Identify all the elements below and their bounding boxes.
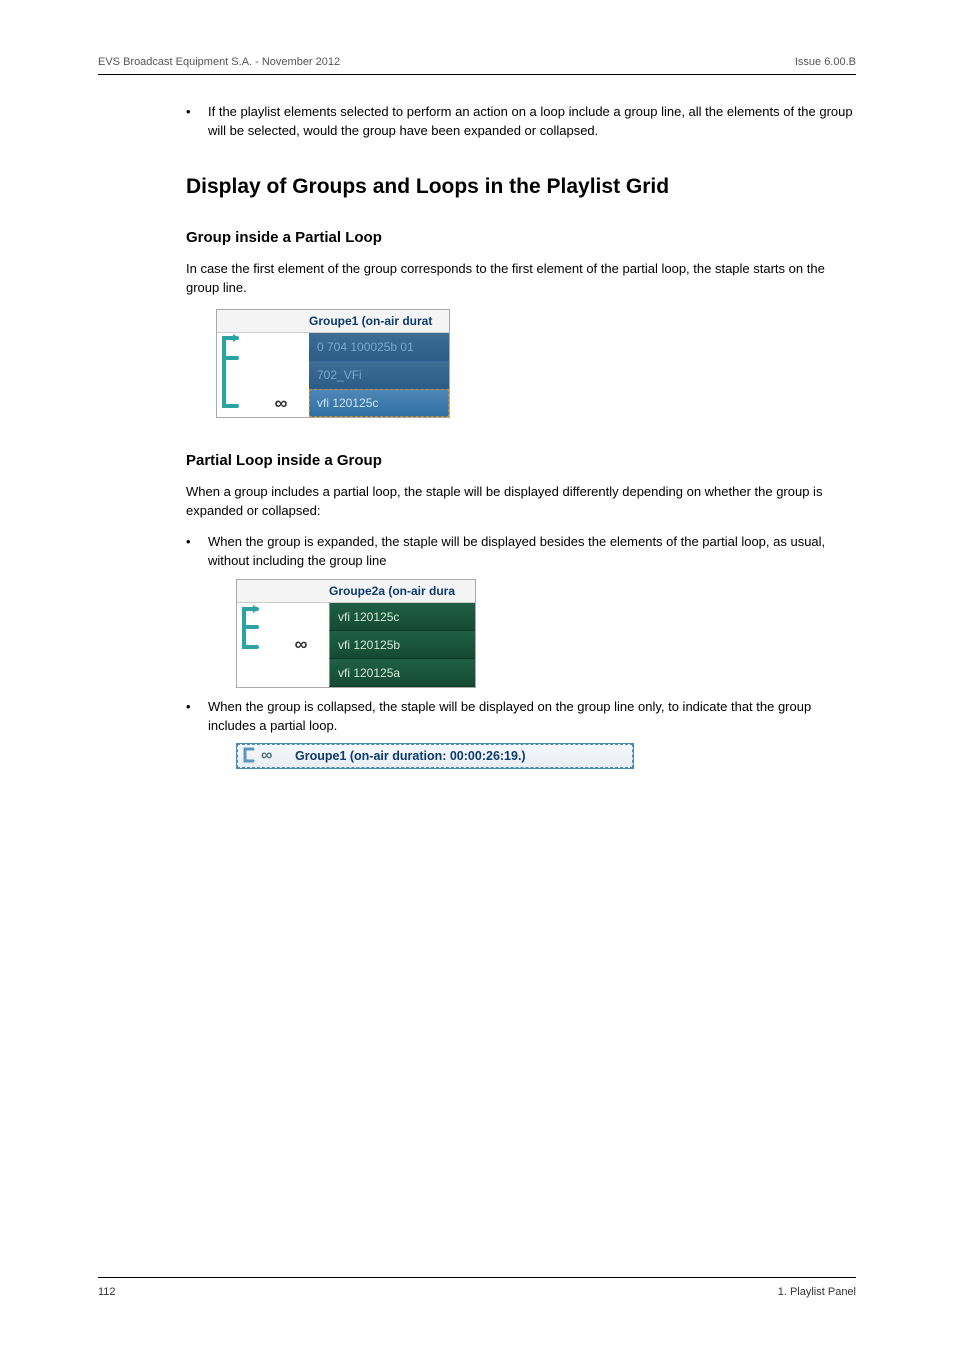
- sec2-bullet-2: • When the group is collapsed, the stapl…: [186, 698, 856, 736]
- row-label: vfi 120125a: [329, 659, 475, 687]
- playlist-row: vfi 120125a: [237, 659, 475, 687]
- heading-group-inside-partial-loop: Group inside a Partial Loop: [186, 229, 856, 246]
- infinity-icon: ∞: [295, 634, 308, 654]
- row-label: 0 704 100025b 01: [309, 333, 449, 361]
- playlist-grid-loop-in-group-expanded: Groupe2a (on-air dura vfi 120125c ∞ vfi …: [236, 579, 476, 688]
- bullet-dot-icon: •: [186, 103, 208, 141]
- bullet-dot-icon: •: [186, 533, 208, 571]
- row-label: vfi 120125c: [309, 389, 449, 417]
- loop-staple-icon: [217, 360, 253, 391]
- playlist-row: ∞ vfi 120125c: [217, 389, 449, 417]
- loop-staple-icon: [237, 745, 261, 768]
- playlist-row: vfi 120125c: [237, 603, 475, 631]
- bullet-dot-icon: •: [186, 698, 208, 736]
- loop-staple-icon: [237, 601, 273, 632]
- page-header: EVS Broadcast Equipment S.A. - November …: [98, 56, 856, 75]
- heading-display-groups-loops: Display of Groups and Loops in the Playl…: [186, 175, 856, 199]
- playlist-grid-loop-in-group-collapsed: ∞ Groupe1 (on-air duration: 00:00:26:19.…: [236, 743, 634, 769]
- playlist-grid-group-in-loop: Groupe1 (on-air durat 0 704 100025b 01 7…: [216, 309, 450, 418]
- sec2-paragraph: When a group includes a partial loop, th…: [186, 483, 856, 521]
- group-header: Groupe1 (on-air durat: [217, 310, 449, 333]
- sec1-paragraph: In case the first element of the group c…: [186, 260, 856, 298]
- row-label: 702_VFi: [309, 361, 449, 389]
- playlist-row: 0 704 100025b 01: [217, 333, 449, 361]
- page-footer: 112 1. Playlist Panel: [98, 1277, 856, 1298]
- row-label: vfi 120125b: [329, 631, 475, 659]
- group-header: Groupe2a (on-air dura: [237, 580, 475, 603]
- infinity-icon: ∞: [261, 747, 295, 765]
- page-number: 112: [98, 1286, 116, 1298]
- sec2-bullet-1: • When the group is expanded, the staple…: [186, 533, 856, 571]
- loop-staple-icon: [217, 332, 253, 363]
- intro-bullet: • If the playlist elements selected to p…: [186, 103, 856, 141]
- header-right: Issue 6.00.B: [795, 56, 856, 68]
- header-left: EVS Broadcast Equipment S.A. - November …: [98, 56, 340, 68]
- sec2-bullet-1-text: When the group is expanded, the staple w…: [208, 533, 856, 571]
- collapsed-group-label: Groupe1 (on-air duration: 00:00:26:19.): [295, 749, 526, 763]
- heading-partial-loop-inside-group: Partial Loop inside a Group: [186, 452, 856, 469]
- sec2-bullet-2-text: When the group is collapsed, the staple …: [208, 698, 856, 736]
- playlist-row: 702_VFi: [217, 361, 449, 389]
- content-area: • If the playlist elements selected to p…: [186, 103, 856, 769]
- infinity-icon: ∞: [275, 393, 288, 413]
- playlist-row: ∞ vfi 120125b: [237, 631, 475, 659]
- footer-section-title: 1. Playlist Panel: [778, 1286, 856, 1298]
- loop-staple-icon: [237, 629, 273, 660]
- loop-staple-icon: [217, 388, 253, 419]
- row-label: vfi 120125c: [329, 603, 475, 631]
- intro-bullet-text: If the playlist elements selected to per…: [208, 103, 856, 141]
